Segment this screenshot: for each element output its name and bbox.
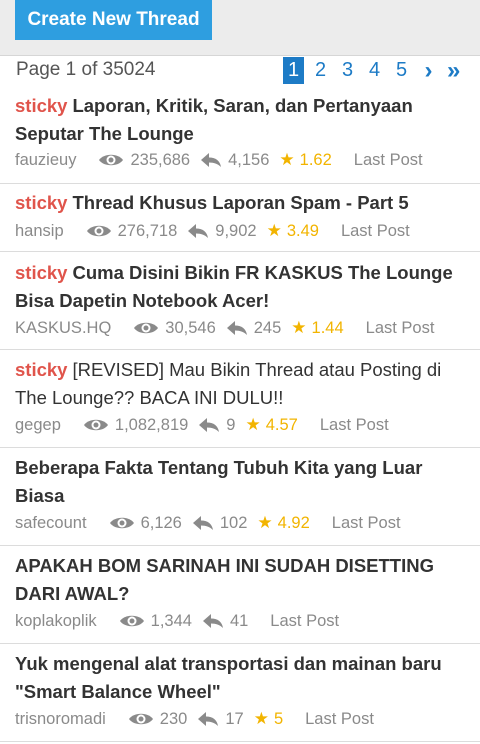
next-page-button[interactable]: ›: [418, 57, 439, 84]
view-count: 235,686: [130, 150, 191, 169]
last-post-link[interactable]: Last Post: [332, 514, 401, 533]
last-post-link[interactable]: Last Post: [270, 612, 339, 631]
thread-author[interactable]: koplakoplik: [15, 612, 97, 631]
reply-arrow-icon: [202, 614, 223, 628]
thread-item[interactable]: sticky Cuma Disini Bikin FR KASKUS The Lo…: [0, 252, 480, 350]
thread-title-text: Beberapa Fakta Tentang Tubuh Kita yang L…: [15, 457, 423, 506]
reply-arrow-icon: [192, 516, 213, 530]
thread-author[interactable]: trisnoromadi: [15, 710, 106, 729]
thread-title-text: Yuk mengenal alat transportasi dan maina…: [15, 653, 442, 702]
thread-meta: safecount 6,126 102 ★ 4.92 Last Post: [15, 511, 401, 535]
page-2-button[interactable]: 2: [310, 57, 331, 84]
thread-item[interactable]: APAKAH BOM SARINAH INI SUDAH DISETTING D…: [0, 546, 480, 644]
thread-title[interactable]: Yuk mengenal alat transportasi dan maina…: [15, 650, 468, 706]
reply-arrow-icon: [199, 418, 220, 432]
reply-count: 9: [226, 415, 236, 434]
thread-author[interactable]: hansip: [15, 222, 64, 241]
thread-rating: 5: [273, 709, 284, 728]
view-count: 1,344: [150, 611, 192, 630]
sticky-label: sticky: [15, 192, 68, 213]
sticky-label: sticky: [15, 262, 68, 283]
view-count: 276,718: [117, 221, 178, 240]
thread-meta: trisnoromadi 230 17 ★ 5 Last Post: [15, 707, 374, 731]
page-3-button[interactable]: 3: [337, 57, 358, 84]
star-icon: ★: [279, 150, 295, 169]
reply-count: 41: [229, 611, 249, 630]
thread-rating: 1.62: [299, 150, 332, 169]
page-info: Page 1 of 35024: [16, 59, 156, 80]
thread-title[interactable]: sticky Thread Khusus Laporan Spam - Part …: [15, 189, 468, 217]
view-count: 1,082,819: [114, 415, 189, 434]
thread-title-text: [REVISED] Mau Bikin Thread atau Posting …: [15, 359, 442, 408]
pagination-row: Page 1 of 35024 1 2 3 4 5 › »: [0, 56, 480, 88]
reply-count: 9,902: [215, 221, 257, 240]
reply-arrow-icon: [201, 153, 222, 167]
thread-title[interactable]: sticky Laporan, Kritik, Saran, dan Pertan…: [15, 92, 468, 148]
star-icon: ★: [257, 513, 273, 532]
last-post-link[interactable]: Last Post: [305, 710, 374, 729]
thread-item[interactable]: Beberapa Fakta Tentang Tubuh Kita yang L…: [0, 448, 480, 546]
thread-item[interactable]: sticky Laporan, Kritik, Saran, dan Pertan…: [0, 88, 480, 184]
reply-count: 17: [225, 709, 244, 728]
page-1-button[interactable]: 1: [283, 57, 304, 84]
thread-title-text: Cuma Disini Bikin FR KASKUS The Lounge B…: [15, 262, 453, 311]
reply-count: 245: [253, 318, 282, 337]
thread-item[interactable]: sticky [REVISED] Mau Bikin Thread atau Po…: [0, 350, 480, 448]
star-icon: ★: [253, 709, 269, 728]
thread-meta: KASKUS.HQ 30,546 245 ★ 1.44 Last Post: [15, 316, 434, 340]
star-icon: ★: [266, 221, 282, 240]
create-new-thread-button[interactable]: Create New Thread: [15, 0, 212, 40]
view-count: 230: [159, 709, 188, 728]
eye-icon: [109, 517, 134, 529]
thread-author[interactable]: fauzieuy: [15, 151, 76, 170]
page-5-button[interactable]: 5: [391, 57, 412, 84]
thread-rating: 1.44: [311, 318, 344, 337]
last-post-link[interactable]: Last Post: [354, 151, 423, 170]
thread-item[interactable]: Yuk mengenal alat transportasi dan maina…: [0, 644, 480, 742]
thread-title[interactable]: sticky Cuma Disini Bikin FR KASKUS The Lo…: [15, 259, 468, 315]
thread-title[interactable]: sticky [REVISED] Mau Bikin Thread atau Po…: [15, 356, 468, 412]
top-toolbar: Create New Thread: [0, 0, 480, 56]
view-count: 30,546: [165, 318, 216, 337]
thread-title-text: Thread Khusus Laporan Spam - Part 5: [72, 192, 409, 213]
sticky-label: sticky: [15, 95, 68, 116]
sticky-label: sticky: [15, 359, 68, 380]
pagination: 1 2 3 4 5 › »: [283, 57, 468, 84]
eye-icon: [86, 225, 111, 237]
thread-rating: 4.92: [277, 513, 310, 532]
thread-author[interactable]: gegep: [15, 416, 61, 435]
view-count: 6,126: [140, 513, 182, 532]
page-4-button[interactable]: 4: [364, 57, 385, 84]
thread-author[interactable]: safecount: [15, 514, 87, 533]
eye-icon: [119, 615, 144, 627]
thread-title-text: APAKAH BOM SARINAH INI SUDAH DISETTING D…: [15, 555, 434, 604]
last-post-link[interactable]: Last Post: [320, 416, 389, 435]
thread-meta: fauzieuy 235,686 4,156 ★ 1.62 Last Post: [15, 148, 423, 172]
eye-icon: [128, 713, 153, 725]
last-post-link[interactable]: Last Post: [366, 319, 435, 338]
thread-title[interactable]: APAKAH BOM SARINAH INI SUDAH DISETTING D…: [15, 552, 468, 608]
last-post-link[interactable]: Last Post: [341, 222, 410, 241]
thread-title-text: Laporan, Kritik, Saran, dan Pertanyaan S…: [15, 95, 413, 144]
reply-arrow-icon: [198, 712, 219, 726]
reply-count: 4,156: [228, 150, 270, 169]
reply-arrow-icon: [188, 224, 209, 238]
thread-rating: 3.49: [286, 221, 319, 240]
thread-rating: 4.57: [265, 415, 298, 434]
eye-icon: [134, 322, 159, 334]
thread-meta: koplakoplik 1,344 41 Last Post: [15, 609, 339, 633]
star-icon: ★: [291, 318, 307, 337]
thread-meta: gegep 1,082,819 9 ★ 4.57 Last Post: [15, 413, 389, 437]
thread-meta: hansip 276,718 9,902 ★ 3.49 Last Post: [15, 219, 410, 243]
last-page-button[interactable]: »: [443, 57, 464, 84]
eye-icon: [99, 154, 124, 166]
star-icon: ★: [245, 415, 261, 434]
reply-count: 102: [219, 513, 248, 532]
thread-item[interactable]: sticky Thread Khusus Laporan Spam - Part …: [0, 184, 480, 252]
thread-author[interactable]: KASKUS.HQ: [15, 319, 111, 338]
eye-icon: [83, 419, 108, 431]
thread-title[interactable]: Beberapa Fakta Tentang Tubuh Kita yang L…: [15, 454, 468, 510]
reply-arrow-icon: [226, 321, 247, 335]
